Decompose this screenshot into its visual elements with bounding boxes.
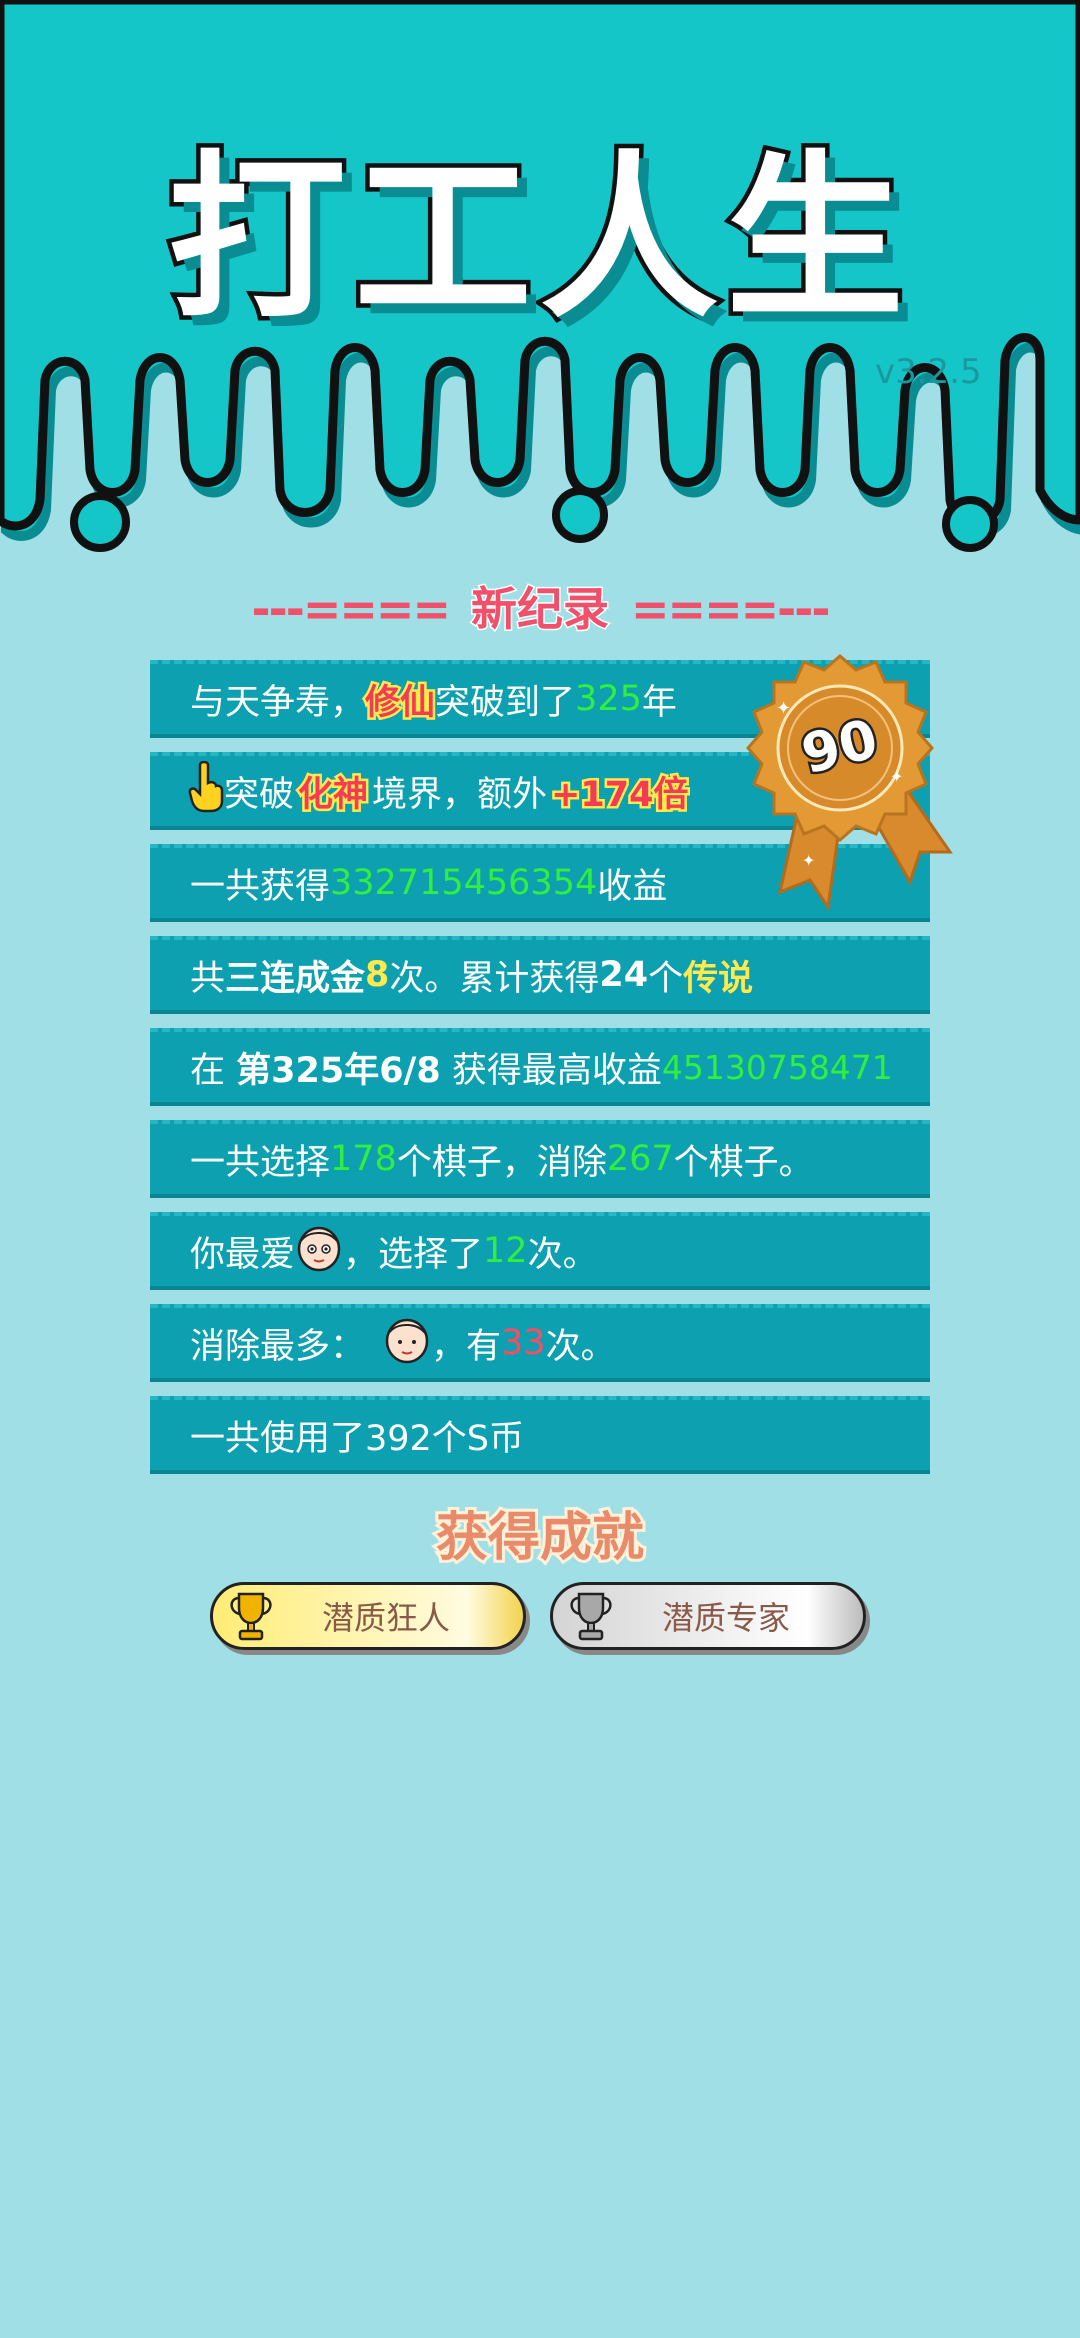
achievements-title: 获得成就 [433,1505,647,1571]
stat-text: 个棋子，消除 [396,1142,607,1183]
stat-highlight: 传说 [683,958,754,999]
stat-text: 共 [190,958,226,999]
stat-value: 33 [501,1323,546,1363]
stat-highlight: 修仙 [363,680,438,725]
stat-highlight: +174倍 [549,772,691,817]
stat-row-coins: 一共使用了392个S币 [150,1396,930,1474]
stat-row-triple-gold: 共 三连成金 8 次。累计获得 24 个 传说 [150,936,930,1014]
stat-value: 45130758471 [661,1047,893,1087]
achievement-badge-silver[interactable]: 潜质专家 [550,1582,866,1650]
stat-text: 次。 [527,1234,598,1275]
stat-value: 325 [575,679,642,719]
stat-row-favorite: 你最爱 ，选择了 12 次。 [150,1212,930,1290]
trophy-icon [570,1592,612,1641]
stat-value: 332715456354 [330,863,598,903]
version-label: v3.2.5 [875,352,982,392]
trophy-icon [230,1592,272,1641]
stat-text: 收益 [597,866,668,907]
medal-icon: 90 ✦ ✦ ✦ [746,654,953,912]
stat-value: 8 [365,955,390,995]
stat-text: 年 [641,682,677,723]
stat-text: ，选择了 [343,1234,484,1275]
pointing-hand-icon [188,760,224,822]
stat-text: 突破 [224,774,295,815]
achievement-label: 潜质狂人 [321,1599,450,1637]
svg-text:✦: ✦ [890,767,903,786]
stat-text: 个 [648,958,684,999]
record-dashes-left: ---==== [251,582,451,636]
stat-value: 267 [606,1139,674,1179]
stat-text: 消除最多： [190,1326,366,1367]
new-record-header: ---==== 新纪录 ====--- [0,573,1080,639]
stat-text: 一共选择 [190,1142,331,1183]
stat-text: 境界，额外 [372,774,548,815]
stat-text: ，有 [431,1326,502,1367]
new-record-title: 新纪录 [470,581,611,638]
stat-row-best-income: 在 第325年6/8 获得最高收益 45130758471 [150,1028,930,1106]
stat-value: 24 [599,955,649,995]
stat-highlight: 化神 [296,772,371,817]
stat-text: 与天争寿， [190,682,366,723]
stat-row-pieces: 一共选择 178 个棋子，消除 267 个棋子。 [150,1120,930,1198]
stat-text: 一共使用了392个S币 [190,1418,525,1459]
svg-text:✦: ✦ [802,851,815,870]
stat-highlight: 三连成金 [225,958,366,999]
achievement-label: 潜质专家 [661,1599,790,1637]
stat-text: 个棋子。 [673,1142,814,1183]
stat-text: 在 [190,1050,237,1091]
stat-value: 12 [483,1231,528,1271]
face-icon [383,1314,431,1373]
stat-text: 突破到了 [435,682,576,723]
stat-text: 获得最高收益 [440,1050,662,1091]
stat-text: 一共获得 [190,866,331,907]
stat-text: 次。累计获得 [389,958,600,999]
achievement-badge-gold[interactable]: 潜质狂人 [210,1582,526,1650]
svg-text:✦: ✦ [776,698,791,719]
record-dashes-right: ====--- [631,582,830,636]
stat-text: 你最爱 [190,1234,296,1275]
stat-date: 第325年6/8 [236,1050,441,1091]
app-title: 打工人生 [164,131,912,347]
stat-text: 次。 [545,1326,616,1367]
stat-value: 178 [330,1139,397,1179]
stat-row-most-eliminated: 消除最多： ，有 33 次。 [150,1304,930,1382]
face-icon [295,1222,343,1281]
